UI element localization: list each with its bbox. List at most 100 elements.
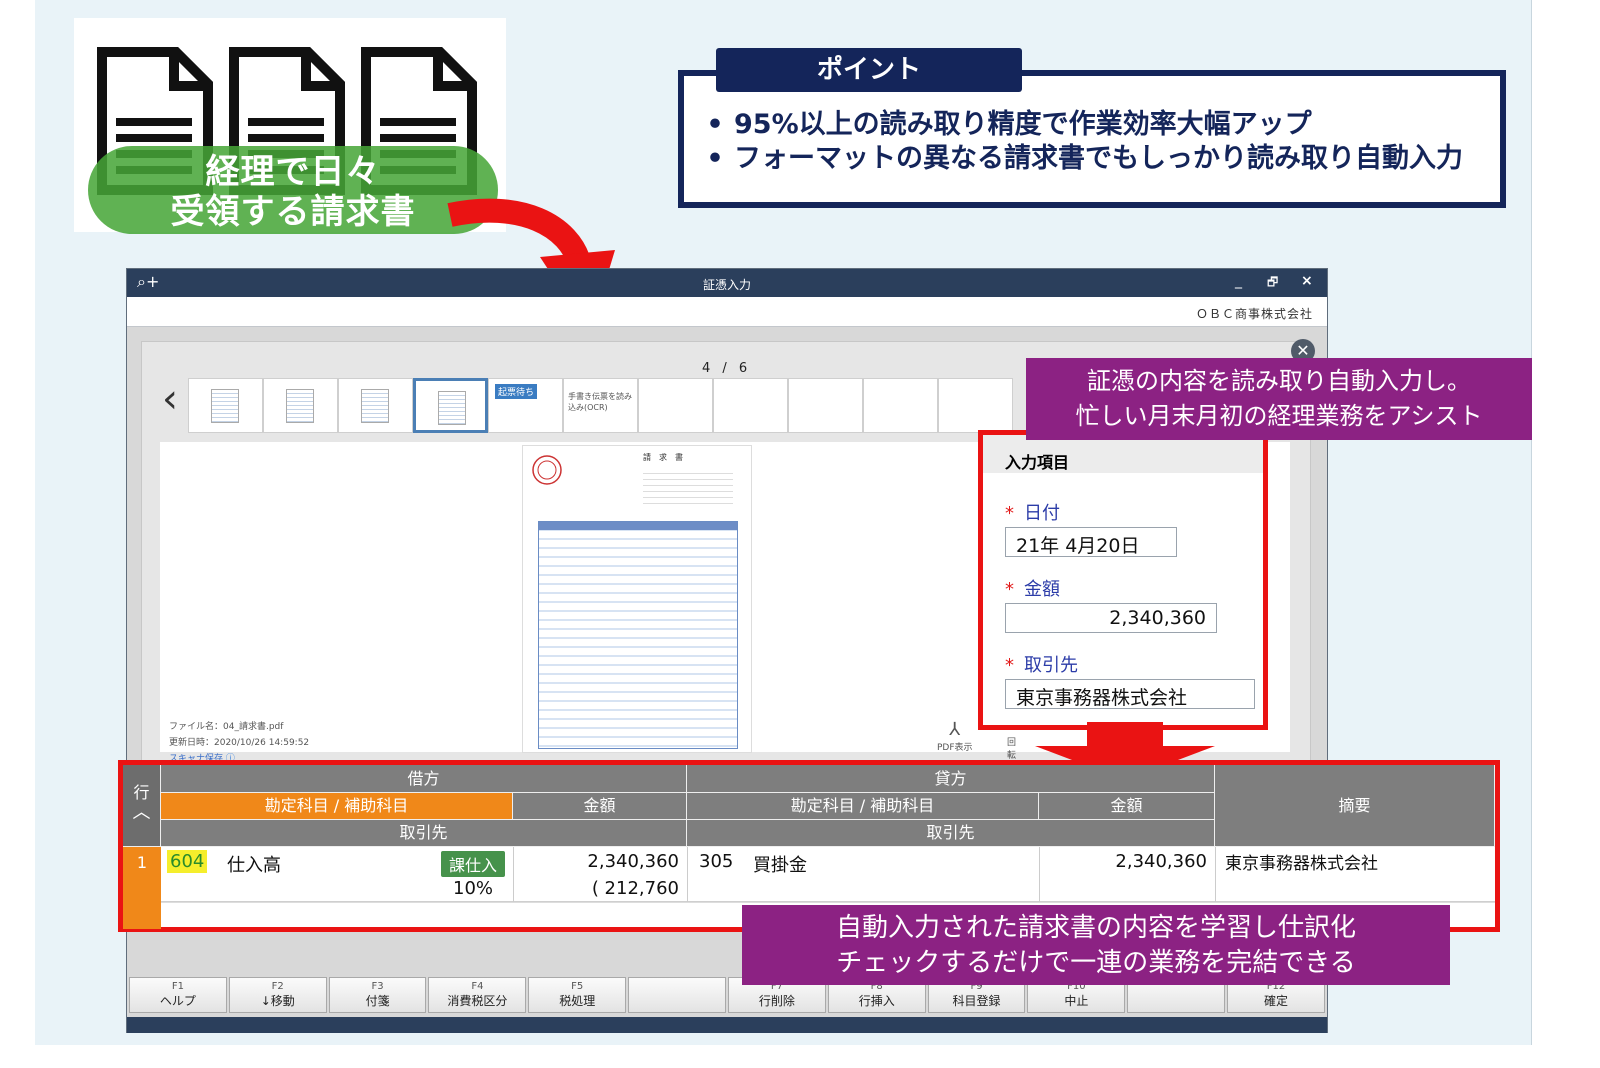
credit-amount[interactable]: 2,340,360 [1083,851,1207,872]
callout-line: チェックするだけで一連の業務を完結できる [836,948,1356,978]
thumbnail[interactable]: 起票待ち [488,378,563,433]
tax-amount[interactable]: ( 212,760 [563,878,679,899]
fkey-f2[interactable]: F2 ↓移動 [228,977,327,1013]
fkey-label: 確定 [1264,994,1289,1008]
thumbnail[interactable] [338,378,413,433]
fkey-label: 消費税区分 [447,994,508,1008]
rotate-label: 回転 [1007,738,1017,761]
thumbnail[interactable]: 手書き伝票を読み込み(OCR) [563,378,638,433]
row-divider [161,902,1495,903]
pdf-view-button[interactable]: ⅄ PDF表示 [937,719,973,753]
date-label-text: 日付 [1024,503,1060,524]
debit-account-header[interactable]: 勘定科目 / 補助科目 [161,793,513,820]
amount-field[interactable]: 2,340,360 [1005,603,1217,633]
thumbnail[interactable] [263,378,338,433]
column-divider [1215,847,1216,902]
callout-journalize: 自動入力された請求書の内容を学習し仕訳化 チェックするだけで一連の業務を完結でき… [742,905,1450,985]
point-item: 95%以上の読み取り精度で作業効率大幅アップ [696,108,1463,142]
thumbnail[interactable] [938,378,1013,433]
debit-header: 借方 [161,765,687,793]
thumbnail-page [438,391,466,425]
thumbnail-status-tag: 起票待ち [495,384,538,399]
company-bar: ＯＢＣ商事株式会社 [127,297,1327,327]
thumbnail-page [361,389,389,423]
debit-amount-header: 金額 [513,793,687,820]
close-icon[interactable]: × [1301,273,1313,289]
window-titlebar: ⌕+ 証憑入力 _ 🗗 × [127,269,1327,297]
credit-account-code[interactable]: 305 [699,851,733,872]
rotate-button[interactable]: 回転 [1007,735,1016,761]
debit-account-code[interactable]: 604 [167,850,208,873]
minimize-icon[interactable]: _ [1235,273,1242,289]
restore-icon[interactable]: 🗗 [1267,273,1278,294]
fkey-number: F4 [471,981,484,992]
fkey-number: F3 [371,981,384,992]
fkey-number: F2 [271,981,284,992]
credit-amount-header: 金額 [1039,793,1215,820]
thumbnail[interactable] [188,378,263,433]
invoice-header-lines [643,468,733,508]
point-item: フォーマットの異なる請求書でもしっかり読み取り自動入力 [696,142,1463,176]
tax-rate[interactable]: 10% [453,878,493,899]
row-header[interactable]: 行 ︿ [123,765,161,847]
fkey-label: 行削除 [758,994,795,1008]
debit-account-name[interactable]: 仕入高 [227,851,281,877]
invoice-caption-line2: 受領する請求書 [170,192,416,232]
summary-header: 摘要 [1215,765,1495,847]
thumbnail[interactable] [638,378,713,433]
fkey-f4[interactable]: F4 消費税区分 [428,977,527,1013]
thumbnail-caption: 手書き伝票を読み込み(OCR) [568,392,632,412]
row-number[interactable]: 1 [123,847,161,929]
fkey-number: F1 [171,981,184,992]
debit-amount[interactable]: 2,340,360 [563,851,679,872]
thumbnail-strip: 起票待ち 手書き伝票を読み込み(OCR) [188,378,1013,433]
fkey-label: ↓移動 [260,994,295,1008]
pdf-view-label: PDF表示 [937,743,973,753]
fkey-f6[interactable] [628,977,726,1013]
chevron-left-icon[interactable]: ‹ [162,376,178,422]
thumbnail[interactable] [863,378,938,433]
input-items-header: 入力項目 [983,435,1263,473]
date-label: * 日付 [1005,499,1060,525]
thumbnail-active[interactable] [413,378,488,433]
chevron-up-icon: ︿ [132,802,151,823]
invoice-preview: 請 求 書 [522,445,752,753]
thumbnail[interactable] [713,378,788,433]
point-title: ポイント [716,48,1022,92]
partner-field[interactable]: 東京事務器株式会社 [1005,679,1255,709]
required-mark: * [1005,655,1014,676]
fkey-label: ヘルプ [159,994,196,1008]
credit-account-name[interactable]: 買掛金 [753,851,807,877]
company-name: ＯＢＣ商事株式会社 [1195,307,1313,321]
credit-header: 貸方 [687,765,1215,793]
amount-label-text: 金額 [1024,579,1060,600]
file-name: ファイル名：04_請求書.pdf [169,722,284,732]
fkey-f1[interactable]: F1 ヘルプ [129,977,227,1013]
tax-category-badge[interactable]: 課仕入 [441,851,506,877]
invoice-table-header [539,522,737,530]
window-title: 証憑入力 [702,278,751,292]
viewer-tools: ⅄ PDF表示 回転 [937,719,1016,761]
callout-auto-input: 証憑の内容を読み取り自動入力し。 忙しい月末月初の経理業務をアシスト [1026,358,1532,440]
callout-line: 証憑の内容を読み取り自動入力し。 [1087,367,1471,395]
summary-text[interactable]: 東京事務器株式会社 [1225,849,1378,874]
stamp-icon [532,455,562,485]
amount-label: * 金額 [1005,575,1060,601]
partner-label: * 取引先 [1005,651,1078,677]
callout-line: 自動入力された請求書の内容を学習し仕訳化 [835,913,1356,943]
thumbnail[interactable] [788,378,863,433]
invoice-caption: 経理で日々 受領する請求書 [88,146,498,234]
fkey-f3[interactable]: F3 付箋 [328,977,427,1013]
credit-partner-header: 取引先 [687,820,1215,847]
page-indicator: 4 / 6 [702,361,752,376]
column-divider [687,847,688,902]
credit-account-header[interactable]: 勘定科目 / 補助科目 [687,793,1039,820]
required-mark: * [1005,579,1014,600]
debit-code-value: 604 [167,850,208,873]
pdf-icon: ⅄ [949,719,961,740]
updated-time: 更新日時：2020/10/26 14:59:52 [169,738,310,748]
date-field[interactable]: 21年 4月20日 [1005,527,1177,557]
fkey-f5[interactable]: F5 税処理 [528,977,627,1013]
thumbnail-page [286,389,314,423]
fkey-number: F5 [571,981,584,992]
